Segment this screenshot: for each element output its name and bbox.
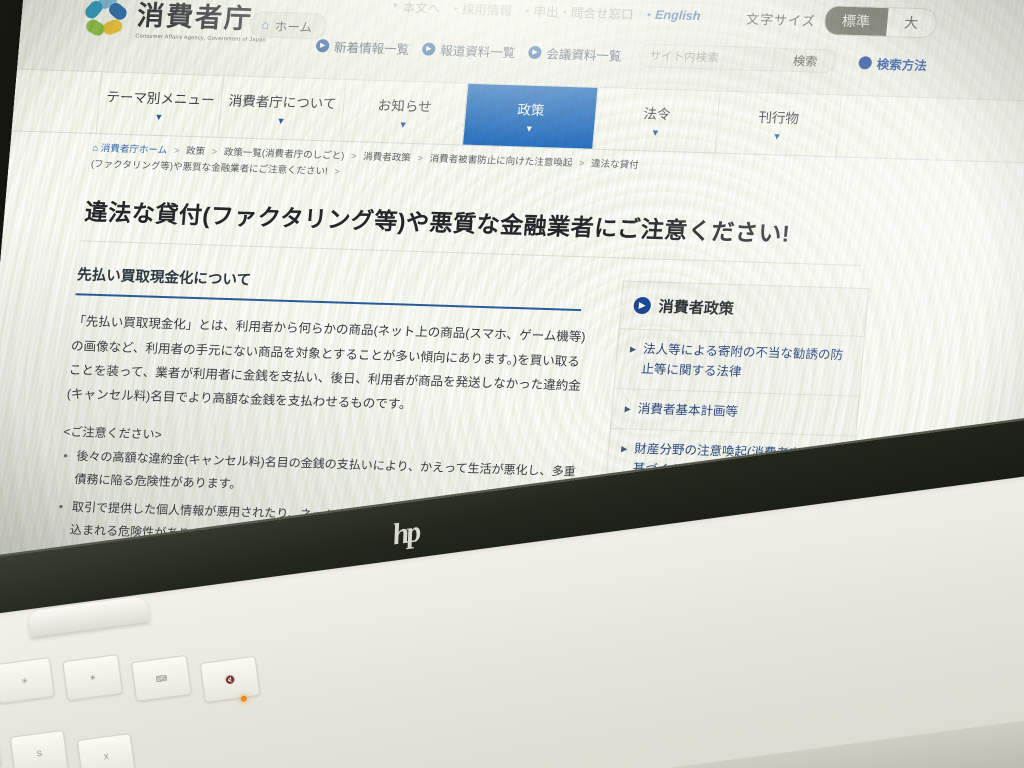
key-f-row[interactable]: ✳ <box>0 656 55 705</box>
nav-item-about[interactable]: 消費者庁について ▼ <box>217 76 346 141</box>
key-number-3[interactable]: 3 <box>0 726 2 768</box>
utility-link-recruit[interactable]: ▸ 採用情報 <box>454 0 513 19</box>
triangle-right-icon: ▸ <box>525 7 530 15</box>
nav-label: お知らせ <box>377 97 433 115</box>
utility-link-label: 申出・問合せ窓口 <box>532 4 635 23</box>
quick-link-label: 新着情報一覧 <box>333 40 410 57</box>
nav-label: 刊行物 <box>757 109 800 127</box>
quick-link-new-info[interactable]: ▶ 新着情報一覧 <box>315 36 410 58</box>
breadcrumb-separator: > <box>173 145 180 157</box>
nav-label: 法令 <box>642 106 672 123</box>
power-led <box>240 695 248 703</box>
hp-logo: hp <box>390 515 421 552</box>
caa-logo-icon <box>82 0 130 39</box>
chevron-down-icon: ▼ <box>276 115 286 126</box>
key-letter-x[interactable]: X <box>76 732 136 768</box>
sidebar-item-donation-law[interactable]: ▶ 法人等による寄附の不当な勧誘の防止等に関する法律 <box>614 329 864 397</box>
breadcrumb-item[interactable]: 政策 <box>185 146 205 158</box>
site-search: サイト内検索 検索 <box>637 43 838 74</box>
font-size-large-button[interactable]: 大 <box>885 8 937 38</box>
sidebar-heading: ▶ 消費者政策 <box>619 281 869 338</box>
utility-link-contact[interactable]: ▸ 申出・問合せ窓口 <box>525 1 634 23</box>
chevron-down-icon: ▼ <box>772 131 782 142</box>
home-icon: ⌂ <box>91 142 99 155</box>
triangle-right-icon: ▶ <box>629 344 637 355</box>
intro-paragraph: 「先払い買取現金化」とは、利用者から何らかの商品(ネット上の商品(スマホ、ゲーム… <box>66 314 587 413</box>
nav-label: テーマ別メニュー <box>105 89 216 108</box>
triangle-right-icon: ▸ <box>454 4 459 13</box>
site-logo[interactable]: 消費者庁 Consumer Affairs Agency, Government… <box>82 0 269 43</box>
utility-link-label: 本文へ <box>402 0 441 16</box>
font-size-label: 文字サイズ <box>745 11 817 29</box>
circle-arrow-icon: ▶ <box>315 38 330 52</box>
sidebar-item-label: 消費者基本計画等 <box>637 401 739 419</box>
quick-link-label: 会議資料一覧 <box>545 46 623 64</box>
nav-item-policy[interactable]: 政策 ▼ <box>462 83 598 149</box>
nav-label: 消費者庁について <box>228 93 338 112</box>
breadcrumb-item[interactable]: 消費者庁ホーム <box>100 143 167 156</box>
triangle-down-icon: ▼ <box>391 2 400 10</box>
sidebar-heading-label: 消費者政策 <box>657 298 735 319</box>
nav-item-theme-menu[interactable]: テーマ別メニュー ▼ <box>95 72 224 137</box>
quick-link-press[interactable]: ▶ 報道資料一覧 <box>421 39 517 61</box>
logo-text-ja: 消費者庁 <box>135 0 255 35</box>
circle-arrow-icon: ▶ <box>527 45 543 59</box>
chevron-down-icon: ▼ <box>398 119 408 130</box>
nav-item-news[interactable]: お知らせ ▼ <box>339 79 468 145</box>
circle-arrow-icon: ▶ <box>421 41 436 56</box>
header-quick-row: ▶ 新着情報一覧 ▶ 報道資料一覧 ▶ 会議資料一覧 サイト内検索 検索 ▶ 検… <box>315 33 928 76</box>
search-input[interactable]: サイト内検索 <box>637 43 776 72</box>
utility-link-label: English <box>654 7 702 23</box>
logo-text-en: Consumer Affairs Agency, Government of J… <box>135 33 267 44</box>
chevron-down-icon: ▼ <box>524 123 535 134</box>
nav-item-publications[interactable]: 刊行物 ▼ <box>714 91 842 157</box>
nav-label: 政策 <box>516 102 546 119</box>
breadcrumb-separator: > <box>578 158 585 170</box>
key-keyboard-light[interactable]: ⌨ <box>131 654 192 702</box>
breadcrumb-item[interactable]: 政策一覧(消費者庁のしごと) <box>223 147 344 162</box>
breadcrumb-item[interactable]: 消費者政策 <box>363 151 412 163</box>
home-icon: ⌂ <box>261 17 270 32</box>
quick-link-meeting[interactable]: ▶ 会議資料一覧 <box>527 42 623 64</box>
triangle-right-icon: ▶ <box>624 404 632 414</box>
sidebar-item-label: 法人等による寄附の不当な勧誘の防止等に関する法律 <box>640 342 844 379</box>
quick-link-label: 報道資料一覧 <box>439 43 516 60</box>
breadcrumb-separator: > <box>211 146 218 158</box>
search-button[interactable]: 検索 <box>773 47 838 74</box>
circle-arrow-icon: ▶ <box>632 297 652 315</box>
breadcrumb-separator: > <box>350 151 357 163</box>
font-size-standard-button[interactable]: 標準 <box>823 6 889 36</box>
triangle-right-icon: ▸ <box>647 11 652 19</box>
breadcrumb-separator: > <box>333 166 341 178</box>
chevron-down-icon: ▼ <box>153 111 164 123</box>
key-letter-s[interactable]: S <box>9 729 69 768</box>
nav-item-laws[interactable]: 法令 ▼ <box>592 87 720 153</box>
photo-of-laptop-screen: 消費者庁 Consumer Affairs Agency, Government… <box>0 0 1024 768</box>
utility-link-label: 採用情報 <box>461 2 513 19</box>
font-size-control: 文字サイズ 標準 大 <box>745 3 938 39</box>
search-help-link[interactable]: ▶ 検索方法 <box>858 53 928 74</box>
circle-arrow-icon: ▶ <box>858 55 873 69</box>
chevron-down-icon: ▼ <box>650 127 661 138</box>
home-button-label: ホーム <box>274 19 313 35</box>
utility-link-honbun[interactable]: ▼ 本文へ <box>391 0 441 17</box>
breadcrumb-item[interactable]: 消費者被害防止に向けた注意喚起 <box>429 154 573 169</box>
utility-link-english[interactable]: ▸ English <box>647 7 701 23</box>
breadcrumb-separator: > <box>416 153 424 165</box>
utility-links: ▼ 本文へ ▸ 採用情報 ▸ 申出・問合せ窓口 ▸ English <box>391 0 701 25</box>
key-brightness[interactable]: ☀ <box>62 653 124 702</box>
search-help-label: 検索方法 <box>876 57 928 73</box>
key-mute[interactable]: 🔇 <box>199 655 261 703</box>
